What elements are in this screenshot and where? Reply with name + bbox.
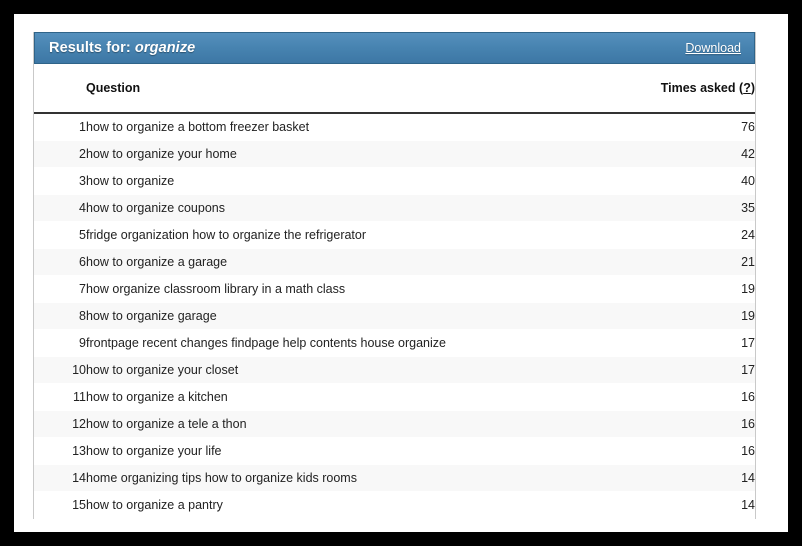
row-question: how to organize a garage [86, 248, 641, 276]
table-row[interactable]: 1 how to organize a bottom freezer basket… [34, 113, 755, 141]
row-question: home organizing tips how to organize kid… [86, 464, 641, 492]
row-times-asked: 14 [641, 491, 755, 519]
page-title: Results for: organize [49, 40, 195, 56]
row-question: fridge organization how to organize the … [86, 221, 641, 249]
table-row[interactable]: 15 how to organize a pantry 14 [34, 491, 755, 519]
row-times-asked: 40 [641, 167, 755, 195]
table-row[interactable]: 5 fridge organization how to organize the… [34, 221, 755, 249]
row-times-asked: 19 [641, 302, 755, 330]
times-asked-label: Times asked [660, 81, 736, 95]
row-times-asked: 24 [641, 221, 755, 249]
table-row[interactable]: 4 how to organize coupons 35 [34, 194, 755, 222]
table-row[interactable]: 6 how to organize a garage 21 [34, 248, 755, 276]
results-table-body: 1 how to organize a bottom freezer basket… [34, 113, 755, 519]
row-rank: 2 [34, 140, 86, 168]
page-title-prefix: Results for: [49, 40, 131, 56]
results-table-head: Question Times asked (?) [34, 64, 755, 114]
download-link[interactable]: Download [685, 41, 741, 55]
results-panel: Results for: organize Download Question … [33, 32, 756, 519]
row-rank: 7 [34, 275, 86, 303]
row-rank: 1 [34, 113, 86, 141]
help-icon[interactable]: (?) [739, 81, 755, 95]
row-rank: 3 [34, 167, 86, 195]
row-times-asked: 16 [641, 410, 755, 438]
row-question: how organize classroom library in a math… [86, 275, 641, 303]
page-surface: Results for: organize Download Question … [14, 14, 788, 532]
row-times-asked: 35 [641, 194, 755, 222]
row-times-asked: 17 [641, 329, 755, 357]
results-table: Question Times asked (?) 1 how to organiz… [34, 64, 755, 519]
row-times-asked: 21 [641, 248, 755, 276]
panel-header: Results for: organize Download [34, 32, 755, 64]
search-query-term: organize [134, 40, 196, 56]
question-column-header: Question [86, 64, 641, 114]
row-rank: 6 [34, 248, 86, 276]
row-rank: 15 [34, 491, 86, 519]
row-question: frontpage recent changes findpage help c… [86, 329, 641, 357]
table-header-row: Question Times asked (?) [34, 64, 755, 114]
rank-column-header [34, 64, 86, 114]
table-row[interactable]: 2 how to organize your home 42 [34, 140, 755, 168]
table-row[interactable]: 11 how to organize a kitchen 16 [34, 383, 755, 411]
row-rank: 11 [34, 383, 86, 411]
row-question: how to organize a tele a thon [86, 410, 641, 438]
row-times-asked: 14 [641, 464, 755, 492]
row-times-asked: 17 [641, 356, 755, 384]
row-times-asked: 19 [641, 275, 755, 303]
row-times-asked: 42 [641, 140, 755, 168]
row-rank: 10 [34, 356, 86, 384]
row-question: how to organize your life [86, 437, 641, 465]
row-rank: 14 [34, 464, 86, 492]
row-rank: 9 [34, 329, 86, 357]
row-question: how to organize your closet [86, 356, 641, 384]
row-question: how to organize your home [86, 140, 641, 168]
row-times-asked: 76 [641, 113, 755, 141]
row-question: how to organize a pantry [86, 491, 641, 519]
help-question-mark: ? [743, 81, 751, 95]
table-row[interactable]: 8 how to organize garage 19 [34, 302, 755, 330]
table-row[interactable]: 3 how to organize 40 [34, 167, 755, 195]
row-question: how to organize garage [86, 302, 641, 330]
row-times-asked: 16 [641, 437, 755, 465]
row-question: how to organize [86, 167, 641, 195]
table-row[interactable]: 12 how to organize a tele a thon 16 [34, 410, 755, 438]
table-row[interactable]: 9 frontpage recent changes findpage help … [34, 329, 755, 357]
row-question: how to organize a bottom freezer basket [86, 113, 641, 141]
table-row[interactable]: 7 how organize classroom library in a mat… [34, 275, 755, 303]
table-row[interactable]: 10 how to organize your closet 17 [34, 356, 755, 384]
row-rank: 5 [34, 221, 86, 249]
row-rank: 12 [34, 410, 86, 438]
table-row[interactable]: 13 how to organize your life 16 [34, 437, 755, 465]
row-rank: 4 [34, 194, 86, 222]
row-times-asked: 16 [641, 383, 755, 411]
times-asked-column-header: Times asked (?) [641, 64, 755, 114]
row-question: how to organize a kitchen [86, 383, 641, 411]
row-rank: 8 [34, 302, 86, 330]
table-row[interactable]: 14 home organizing tips how to organize k… [34, 464, 755, 492]
row-rank: 13 [34, 437, 86, 465]
row-question: how to organize coupons [86, 194, 641, 222]
